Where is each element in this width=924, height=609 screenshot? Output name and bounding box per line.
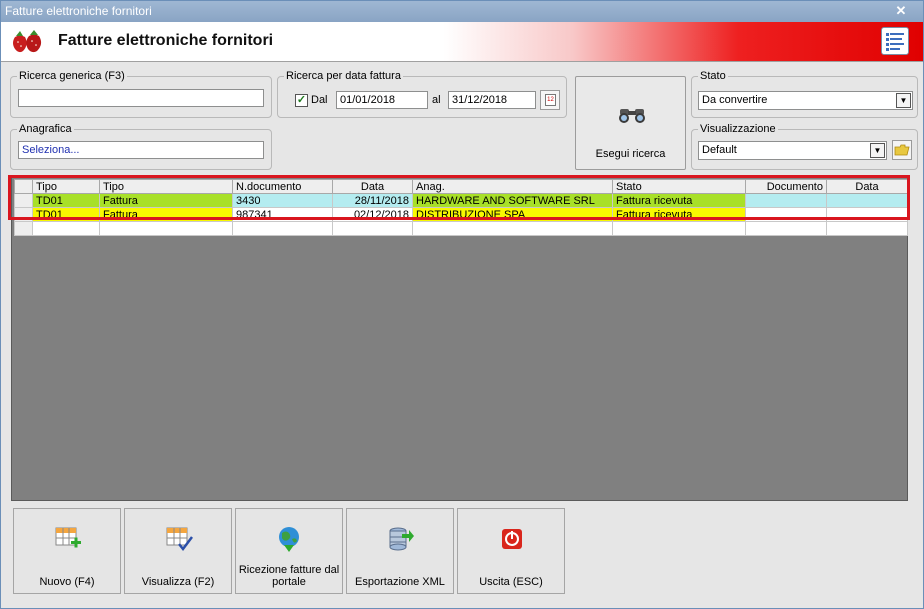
anagrafica-field[interactable]: Seleziona... [18,141,264,159]
calendar-icon: 12 [545,94,556,106]
date-from-input[interactable]: 01/01/2018 [336,91,428,109]
power-icon [502,529,522,549]
export-xml-label: Esportazione XML [355,576,445,588]
view-button[interactable]: Visualizza (F2) [124,508,232,594]
row-indicator[interactable] [14,221,33,236]
page-title: Fatture elettroniche fornitori [58,32,274,49]
table-cell[interactable] [99,221,233,236]
dal-label: Dal [311,94,328,106]
document-list-icon[interactable] [881,27,909,55]
receive-label-line-1: Ricezione fatture dal [238,564,340,576]
anagrafica-label: Anagrafica [19,123,72,135]
execute-search-button[interactable]: Esegui ricerca [575,76,686,170]
table-cell[interactable] [332,221,413,236]
title-bar: Fatture elettroniche fornitori ✕ [1,1,923,22]
al-label: al [432,94,441,106]
table-cell[interactable] [232,221,333,236]
stato-select[interactable]: Da convertire ▼ [698,91,913,110]
table-cell[interactable] [826,221,908,236]
close-icon[interactable]: ✕ [893,1,909,22]
visualizzazione-select[interactable]: Default ▼ [698,141,887,160]
highlight-outline [8,175,910,220]
generic-search-label: Ricerca generica (F3) [19,70,125,82]
new-button-label: Nuovo (F4) [39,576,95,588]
table-check-icon [166,527,193,552]
date-to-input[interactable]: 31/12/2018 [448,91,536,109]
table-add-icon [55,527,81,548]
main-window: Fatture elettroniche fornitori ✕ Fatture… [0,0,924,609]
new-row[interactable] [14,221,908,236]
receive-invoices-button[interactable]: Ricezione fatture dal portale [235,508,343,594]
table-cell[interactable] [412,221,613,236]
table-cell[interactable] [612,221,746,236]
generic-search-input[interactable] [18,89,264,107]
strawberry-icon [13,30,42,53]
view-button-label: Visualizza (F2) [141,576,215,588]
chevron-down-icon[interactable]: ▼ [870,143,885,158]
exit-button[interactable]: Uscita (ESC) [457,508,565,594]
window-title: Fatture elettroniche fornitori [5,4,152,18]
binoculars-icon [619,109,645,123]
visualizzazione-selected: Default [702,144,737,156]
chevron-down-icon[interactable]: ▼ [896,93,911,108]
exit-button-label: Uscita (ESC) [479,576,543,588]
stato-label: Stato [700,70,726,82]
folder-button[interactable] [892,140,912,160]
table-cell[interactable] [745,221,827,236]
receive-label-line-2: portale [272,576,306,588]
globe-download-icon [279,527,299,552]
visualizzazione-label: Visualizzazione [700,123,776,135]
calendar-button[interactable]: 12 [540,90,560,110]
dal-checkbox[interactable]: ✓ [295,94,308,107]
folder-icon [894,144,910,156]
receive-invoices-label: Ricezione fatture dal portale [236,564,342,588]
execute-search-label: Esegui ricerca [595,148,666,160]
table-cell[interactable] [32,221,100,236]
database-export-icon [389,527,414,551]
new-button[interactable]: Nuovo (F4) [13,508,121,594]
stato-selected: Da convertire [702,94,768,106]
export-xml-button[interactable]: Esportazione XML [346,508,454,594]
date-search-label: Ricerca per data fattura [286,70,401,82]
header-banner: Fatture elettroniche fornitori [1,22,923,62]
